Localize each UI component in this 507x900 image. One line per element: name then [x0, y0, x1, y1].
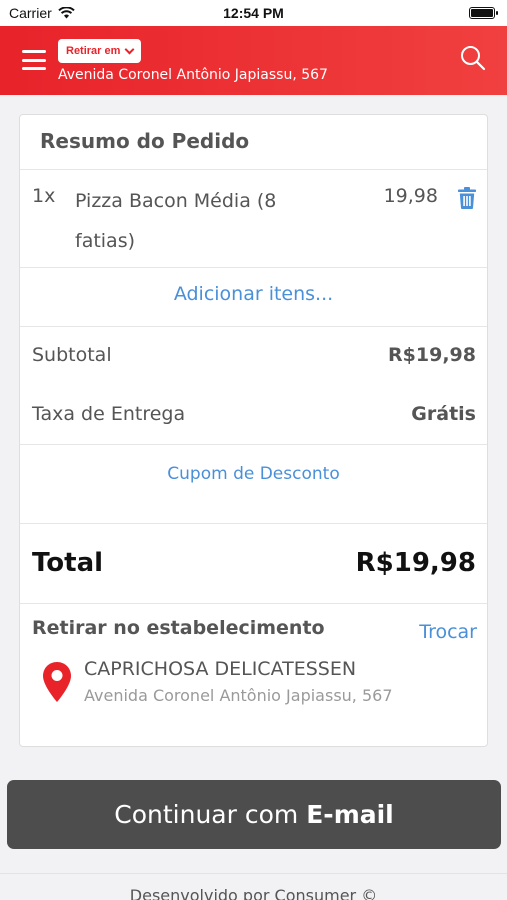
divider	[20, 603, 487, 604]
continue-email-button[interactable]: Continuar com E-mail	[7, 780, 501, 849]
continue-prefix: Continuar com	[114, 800, 299, 829]
footer-credit: Desenvolvido por Consumer ©	[129, 886, 378, 900]
continue-method: E-mail	[306, 800, 394, 829]
item-name: Pizza Bacon Média (8 fatias)	[75, 190, 277, 252]
total-label: Total	[32, 548, 104, 578]
item-price: 19,98	[383, 185, 438, 207]
chevron-down-icon	[124, 44, 135, 54]
subtotal-label: Subtotal	[32, 344, 112, 366]
divider	[20, 169, 487, 170]
item-quantity: 1x	[32, 185, 56, 207]
divider	[20, 267, 487, 268]
subtotal-value: R$19,98	[388, 344, 476, 366]
pickup-title: Retirar no estabelecimento	[32, 617, 325, 639]
status-bar: Carrier 12:54 PM	[0, 0, 507, 26]
order-summary-title: Resumo do Pedido	[40, 129, 250, 153]
store-name: CAPRICHOSA DELICATESSEN	[84, 658, 357, 680]
divider	[20, 326, 487, 327]
add-items-link[interactable]: Adicionar itens...	[20, 283, 487, 305]
change-store-link[interactable]: Trocar	[419, 621, 477, 643]
footer-divider	[0, 873, 507, 874]
hamburger-icon[interactable]	[22, 50, 46, 70]
coupon-link[interactable]: Cupom de Desconto	[20, 464, 487, 484]
delivery-fee-value: Grátis	[411, 403, 476, 425]
location-pin-icon	[43, 662, 71, 702]
store-address: Avenida Coronel Antônio Japiassu, 567	[84, 686, 393, 705]
order-summary-card: Resumo do Pedido 1x Pizza Bacon Média (8…	[19, 114, 488, 747]
search-icon[interactable]	[459, 44, 487, 72]
trash-icon[interactable]	[457, 187, 477, 209]
battery-icon	[469, 7, 498, 19]
header-address: Avenida Coronel Antônio Japiassu, 567	[58, 67, 328, 83]
status-time: 12:54 PM	[223, 5, 284, 21]
divider	[20, 444, 487, 445]
order-mode-label: Retirar em	[66, 45, 121, 57]
divider	[20, 523, 487, 524]
order-mode-dropdown[interactable]: Retirar em	[58, 39, 142, 63]
app-header: Retirar em Avenida Coronel Antônio Japia…	[0, 26, 507, 95]
delivery-fee-label: Taxa de Entrega	[32, 403, 186, 425]
total-value: R$19,98	[355, 548, 476, 578]
